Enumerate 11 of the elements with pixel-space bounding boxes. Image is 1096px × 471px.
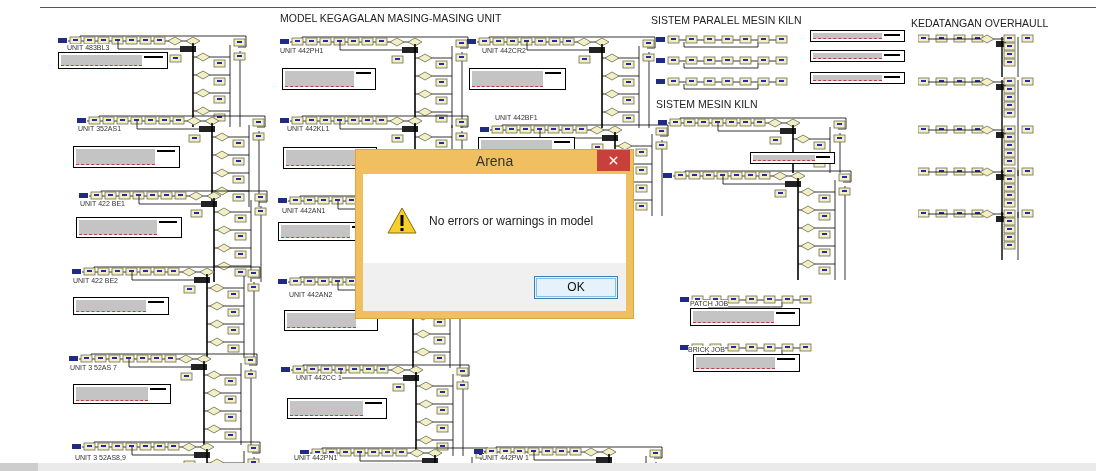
- close-button[interactable]: [597, 150, 630, 171]
- section-title: MODEL KEGAGALAN MASING-MASING UNIT: [280, 13, 502, 24]
- section-title: SISTEM MESIN KILN: [656, 99, 758, 110]
- close-icon: [607, 154, 620, 167]
- section-title: SISTEM PARALEL MESIN KILN: [651, 15, 802, 26]
- section-title: KEDATANGAN OVERHAULL: [911, 18, 1049, 29]
- scrollbar-thumb[interactable]: [0, 463, 38, 471]
- message-text: No errors or warnings in model: [429, 212, 594, 230]
- warning-icon: [387, 207, 417, 234]
- dialog-title: Arena: [475, 154, 514, 168]
- ok-button[interactable]: OK: [534, 275, 618, 299]
